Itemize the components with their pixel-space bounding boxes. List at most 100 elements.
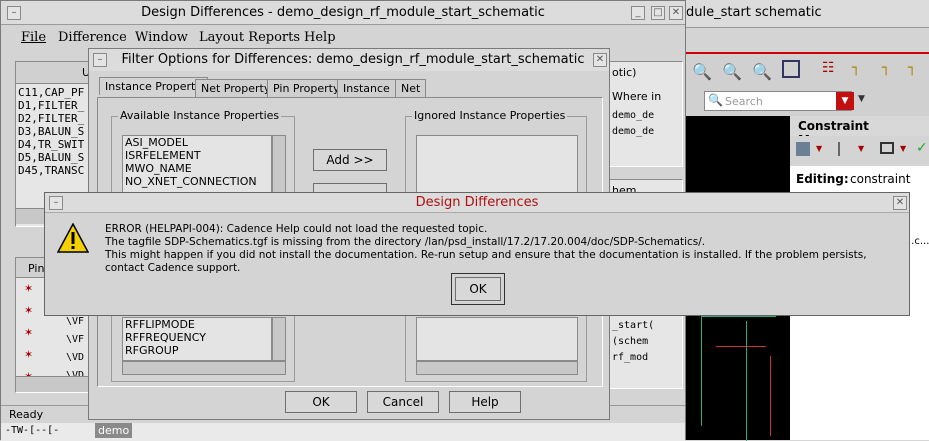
search-dropdown-button[interactable]: ▼ bbox=[836, 92, 854, 110]
filter-tabs: Instance Property Net Property Pin Prope… bbox=[99, 77, 599, 99]
search-icon: 🔍 bbox=[708, 93, 723, 107]
instance-list: C11,CAP_PF D1,FILTER_ D2,FILTER_ D3,BALU… bbox=[18, 86, 92, 177]
pin-header-label: Pin bbox=[28, 262, 45, 275]
error-dialog-titlebar: – Design Differences ✕ bbox=[45, 193, 909, 213]
minimize-button[interactable]: _ bbox=[631, 6, 645, 20]
ok-button[interactable]: OK bbox=[285, 391, 357, 413]
background-app-searchbar: 🔍 Search ▼ ▼ bbox=[686, 88, 929, 116]
list-item[interactable]: MWO_NAME bbox=[123, 162, 271, 175]
tab-net[interactable]: Net bbox=[395, 79, 427, 97]
grid-icon[interactable] bbox=[880, 142, 894, 154]
list-item[interactable]: (schem bbox=[612, 336, 648, 347]
menu-window[interactable]: Window bbox=[135, 30, 188, 45]
editing-label: Editing: bbox=[796, 172, 849, 186]
right-header-label: otic) bbox=[612, 66, 637, 79]
filter-dialog-titlebar: – Filter Options for Differences: demo_d… bbox=[89, 49, 609, 71]
editing-value: constraint bbox=[850, 172, 911, 186]
error-line-3: This might happen if you did not install… bbox=[105, 249, 867, 274]
list-item[interactable]: D3,BALUN_S bbox=[18, 125, 92, 138]
horizontal-scrollbar[interactable] bbox=[16, 376, 92, 392]
background-app-titlebar: dule_start schematic bbox=[686, 0, 929, 28]
tab-net-property[interactable]: Net Property bbox=[195, 79, 277, 97]
background-app-toolbar: 🔍 🔍 🔍 ☷ ┐ ┐ ┐ bbox=[686, 52, 929, 88]
taskbar-tab[interactable]: demo bbox=[95, 423, 133, 438]
close-button[interactable]: ✕ bbox=[893, 196, 907, 210]
chevron-down-icon[interactable]: ▼ bbox=[858, 94, 865, 104]
list-item[interactable]: NO_XNET_CONNECTION bbox=[123, 175, 271, 188]
chevron-down-icon[interactable]: ▼ bbox=[900, 144, 906, 153]
list-item[interactable]: D45,TRANSC bbox=[18, 164, 92, 177]
where-header-label: Where in bbox=[612, 90, 662, 103]
status-text: Ready bbox=[9, 408, 44, 421]
constraint-manager-title: Constraint Manager bbox=[790, 116, 929, 147]
vertical-scrollbar[interactable] bbox=[272, 317, 286, 361]
check-icon[interactable]: ✓ bbox=[916, 140, 928, 156]
save-icon[interactable] bbox=[796, 142, 810, 156]
ignored-properties-label: Ignored Instance Properties bbox=[412, 109, 568, 122]
chevron-down-icon[interactable]: ▼ bbox=[858, 144, 864, 153]
list-item[interactable]: D1,FILTER_ bbox=[18, 99, 92, 112]
tab-pin-property[interactable]: Pin Property bbox=[267, 79, 346, 97]
taskbar-text: -TW-[--[- bbox=[5, 425, 60, 436]
list-item[interactable]: ISRFELEMENT bbox=[123, 149, 271, 162]
where-used-panel: otic) Where in demo_de demo_de bbox=[609, 61, 683, 167]
list-item[interactable]: ASI_MODEL bbox=[123, 136, 271, 149]
close-button[interactable]: ✕ bbox=[669, 6, 683, 20]
horizontal-scrollbar[interactable] bbox=[122, 361, 286, 375]
chevron-down-icon[interactable]: ▼ bbox=[816, 144, 822, 153]
list-item[interactable]: demo_de bbox=[612, 126, 654, 137]
background-app-title: dule_start schematic bbox=[686, 5, 822, 20]
available-properties-list-lower[interactable]: RFFLIPMODE RFFREQUENCY RFGROUP bbox=[122, 317, 272, 361]
add-button[interactable]: Add >> bbox=[313, 149, 387, 171]
list-item[interactable]: demo_de bbox=[612, 110, 654, 121]
ok-button[interactable]: OK bbox=[455, 277, 501, 301]
error-dialog: – Design Differences ✕ ERROR (HELPAPI-00… bbox=[44, 192, 910, 316]
search-input[interactable]: 🔍 Search bbox=[704, 91, 852, 111]
maximize-button[interactable]: □ bbox=[651, 6, 665, 20]
filter-dialog-title: Filter Options for Differences: demo_des… bbox=[121, 52, 585, 67]
warning-icon bbox=[57, 223, 89, 253]
menu-file[interactable]: File bbox=[21, 30, 46, 45]
list-item[interactable]: D2,FILTER_ bbox=[18, 112, 92, 125]
vertical-scrollbar[interactable] bbox=[272, 135, 286, 195]
list-item[interactable]: RFGROUP bbox=[123, 344, 271, 357]
hierarchy-icon[interactable] bbox=[838, 142, 852, 156]
zoom-area-icon[interactable]: 🔍 bbox=[752, 62, 772, 81]
zoom-out-icon[interactable]: 🔍 bbox=[722, 62, 742, 81]
ok-button-frame: OK bbox=[451, 273, 505, 305]
zoom-in-icon[interactable]: 🔍 bbox=[692, 62, 712, 81]
help-button[interactable]: Help bbox=[449, 391, 521, 413]
cancel-button[interactable]: Cancel bbox=[367, 391, 439, 413]
search-placeholder: Search bbox=[725, 95, 763, 108]
zoom-fit-icon[interactable] bbox=[782, 60, 800, 78]
menu-help[interactable]: Help bbox=[304, 30, 336, 45]
error-dialog-title: Design Differences bbox=[415, 195, 539, 210]
error-message: ERROR (HELPAPI-004): Cadence Help could … bbox=[105, 223, 905, 275]
main-titlebar: – Design Differences - demo_design_rf_mo… bbox=[1, 1, 685, 25]
background-app-menubar bbox=[686, 28, 929, 52]
list-item[interactable]: RFFREQUENCY bbox=[123, 331, 271, 344]
horizontal-scrollbar[interactable] bbox=[416, 361, 578, 375]
list-item[interactable]: _start( bbox=[612, 320, 654, 331]
menu-layout-reports[interactable]: Layout Reports bbox=[199, 30, 300, 45]
list-item[interactable]: rf_mod bbox=[612, 352, 648, 363]
ignored-properties-list-lower[interactable] bbox=[416, 317, 578, 361]
list-item[interactable]: RFFLIPMODE bbox=[123, 318, 271, 331]
connect-icon[interactable]: ☷ bbox=[822, 60, 835, 76]
ignored-properties-list[interactable] bbox=[416, 135, 578, 195]
tab-instance-property[interactable]: Instance Property bbox=[99, 77, 208, 95]
tab-instance[interactable]: Instance bbox=[337, 79, 396, 97]
available-properties-list[interactable]: ASI_MODEL ISRFELEMENT MWO_NAME NO_XNET_C… bbox=[122, 135, 272, 195]
close-button[interactable]: ✕ bbox=[593, 53, 607, 67]
window-menu-button[interactable]: – bbox=[93, 53, 107, 67]
error-line-1: ERROR (HELPAPI-004): Cadence Help could … bbox=[105, 223, 488, 235]
pin-icon: ✶ bbox=[24, 348, 34, 361]
bus-icon[interactable]: ┐ bbox=[908, 60, 916, 76]
menu-difference[interactable]: Difference bbox=[58, 30, 127, 45]
wire-alt-icon[interactable]: ┐ bbox=[882, 60, 890, 76]
list-item[interactable]: D5,BALUN_S bbox=[18, 151, 92, 164]
available-properties-label: Available Instance Properties bbox=[118, 109, 282, 122]
list-item[interactable]: D4,TR_SWIT bbox=[18, 138, 92, 151]
wire-icon[interactable]: ┐ bbox=[852, 60, 860, 76]
list-item[interactable]: C11,CAP_PF bbox=[18, 86, 92, 99]
